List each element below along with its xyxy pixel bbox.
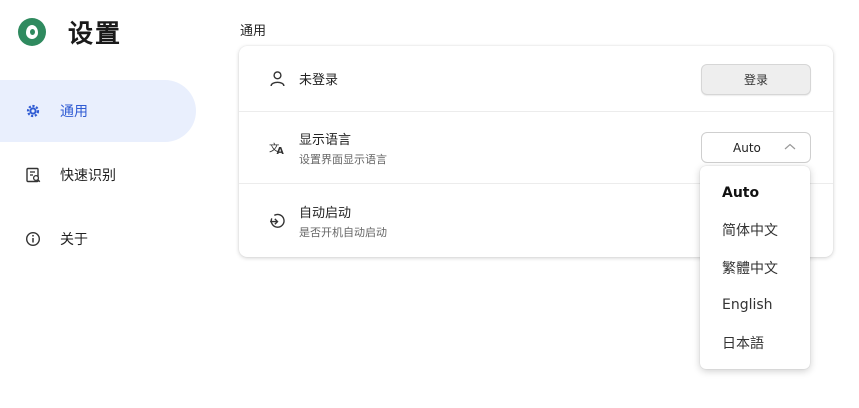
language-option-auto[interactable]: Auto <box>700 174 810 212</box>
info-icon <box>24 230 42 248</box>
app-logo-icon <box>18 18 46 46</box>
language-select-value: Auto <box>733 140 761 155</box>
sidebar-item-label: 通用 <box>60 104 88 120</box>
language-option-zh-hans[interactable]: 简体中文 <box>700 212 810 250</box>
language-title: 显示语言 <box>299 132 352 148</box>
settings-window: 设置 通用 快速识别 关于 通用 未登录 登录 文 A 显示语言 设置界面显示语… <box>0 0 859 408</box>
sidebar-item-quick-recognize[interactable]: 快速识别 <box>0 144 196 206</box>
sidebar-nav: 通用 快速识别 关于 <box>0 80 196 272</box>
page-title: 设置 <box>68 19 123 48</box>
sidebar-item-label: 快速识别 <box>60 168 116 184</box>
language-select[interactable]: Auto <box>701 132 811 163</box>
user-icon <box>267 69 287 89</box>
sidebar-item-general[interactable]: 通用 <box>0 80 196 142</box>
autostart-subtitle: 是否开机自动启动 <box>299 225 387 239</box>
language-dropdown-menu: Auto 简体中文 繁體中文 English 日本語 <box>700 166 810 369</box>
language-subtitle: 设置界面显示语言 <box>299 152 387 166</box>
sidebar-item-about[interactable]: 关于 <box>0 208 196 270</box>
account-row: 未登录 登录 <box>239 46 833 112</box>
login-status: 未登录 <box>299 73 339 88</box>
chevron-up-icon <box>784 143 796 150</box>
power-on-icon <box>267 211 287 231</box>
gear-icon <box>24 102 42 120</box>
language-option-english[interactable]: English <box>700 287 810 325</box>
svg-text:A: A <box>276 146 284 156</box>
brand: 设置 <box>18 14 122 50</box>
sidebar-item-label: 关于 <box>60 232 88 248</box>
recognize-icon <box>24 166 42 184</box>
language-option-zh-hant[interactable]: 繁體中文 <box>700 249 810 287</box>
autostart-title: 自动启动 <box>299 205 352 221</box>
login-button[interactable]: 登录 <box>701 64 811 95</box>
section-label: 通用 <box>240 24 267 39</box>
language-option-japanese[interactable]: 日本語 <box>700 324 810 362</box>
translate-icon: 文A <box>267 138 287 158</box>
